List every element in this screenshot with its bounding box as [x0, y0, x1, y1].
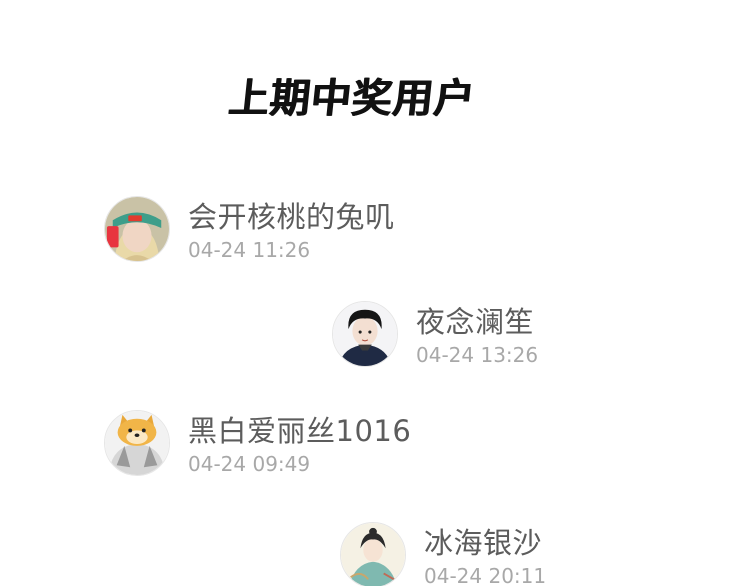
boy-dark-hair-avatar-icon-graphic	[333, 302, 397, 366]
ancient-style-lady-avatar-icon[interactable]	[340, 522, 406, 586]
winner-name: 黑白爱丽丝1016	[188, 414, 412, 448]
winner-time: 04-24 13:26	[416, 343, 539, 367]
shiba-dog-avatar-icon[interactable]	[104, 410, 170, 476]
girl-green-cap-avatar-icon[interactable]	[104, 196, 170, 262]
winner-time: 04-24 09:49	[188, 452, 311, 476]
winner-name: 会开核桃的兔叽	[188, 200, 395, 234]
winner-name: 夜念澜笙	[416, 305, 535, 339]
girl-green-cap-avatar-icon-graphic	[105, 197, 169, 261]
boy-dark-hair-avatar-icon[interactable]	[332, 301, 398, 367]
winner-name: 冰海银沙	[424, 526, 543, 560]
winners-page: 上期中奖用户 会开核桃的兔叽 04-24 11:26 夜念澜笙 04-24 13…	[0, 0, 750, 586]
ancient-style-lady-avatar-icon-graphic	[341, 523, 405, 586]
winner-time: 04-24 20:11	[424, 564, 547, 586]
winner-time: 04-24 11:26	[188, 238, 311, 262]
shiba-dog-avatar-icon-graphic	[105, 411, 169, 475]
page-title: 上期中奖用户	[226, 76, 478, 122]
